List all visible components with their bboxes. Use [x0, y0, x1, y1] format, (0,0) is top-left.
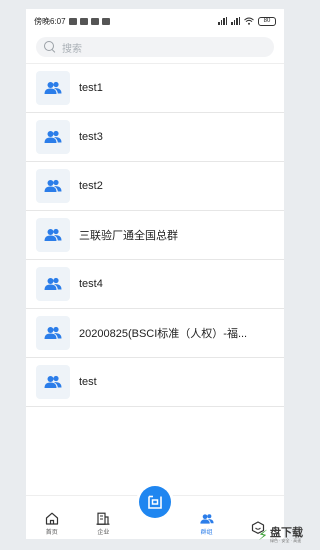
group-icon: [44, 375, 62, 388]
group-icon: [44, 326, 62, 339]
tab-center: [133, 486, 177, 536]
group-list-item[interactable]: test3: [26, 113, 284, 162]
group-name: test: [79, 376, 97, 388]
bottom-tab-bar: 首页 企业 群组: [26, 486, 284, 539]
search-bar: 搜索: [26, 33, 284, 63]
tab-home-label: 首页: [45, 530, 58, 536]
group-avatar: [36, 169, 70, 203]
notification-icon: [101, 17, 110, 25]
search-icon: [44, 41, 56, 53]
group-icon: [44, 228, 62, 241]
group-list-item[interactable]: test: [26, 358, 284, 407]
group-icon: [44, 130, 62, 143]
status-left: 傍晚6:07: [34, 16, 110, 27]
status-right: 80: [218, 16, 276, 26]
group-avatar: [36, 120, 70, 154]
phone-screen: 傍晚6:07 80 搜索 test1 test3 test2 三联验厂通全国总群…: [26, 9, 284, 539]
group-avatar: [36, 267, 70, 301]
group-avatar: [36, 365, 70, 399]
group-icon: [44, 277, 62, 290]
tab-groups[interactable]: 群组: [185, 513, 229, 536]
group-icon: [199, 514, 214, 524]
battery-icon: 80: [258, 16, 276, 26]
group-name: test3: [79, 131, 103, 143]
tab-enterprise-label: 企业: [97, 530, 110, 536]
search-placeholder: 搜索: [62, 43, 82, 55]
signal-icon: [218, 17, 227, 25]
notification-icon: [79, 17, 88, 25]
group-name: 20200825(BSCI标准（人权）-福...: [79, 328, 248, 340]
signal-icon: [231, 17, 240, 25]
group-icon: [44, 179, 62, 192]
group-name: 三联验厂通全国总群: [79, 230, 178, 242]
group-list: test1 test3 test2 三联验厂通全国总群 test4 202008…: [26, 63, 284, 407]
group-name: test1: [79, 82, 103, 94]
search-input[interactable]: 搜索: [36, 37, 274, 57]
status-bar: 傍晚6:07 80: [26, 9, 284, 33]
watermark-icon: ⚡: [258, 527, 268, 543]
group-name: test4: [79, 278, 103, 290]
building-icon: [96, 512, 110, 525]
group-avatar: [36, 218, 70, 252]
tab-groups-label: 群组: [200, 530, 213, 536]
notification-icon: [90, 17, 99, 25]
watermark-subtitle: 绿色 · 安全 · 高速: [270, 538, 302, 543]
wifi-icon: [244, 17, 254, 25]
center-action-button[interactable]: [138, 486, 171, 518]
watermark-text: 盘下载 绿色 · 安全 · 高速: [270, 528, 303, 543]
group-avatar: [36, 71, 70, 105]
status-time: 傍晚6:07: [34, 16, 66, 26]
question-icon: [148, 495, 162, 509]
tab-home[interactable]: 首页: [30, 512, 74, 536]
home-icon: [45, 512, 58, 525]
group-list-item[interactable]: 三联验厂通全国总群: [26, 211, 284, 260]
group-icon: [44, 81, 62, 94]
group-name: test2: [79, 180, 103, 192]
tab-enterprise[interactable]: 企业: [81, 512, 125, 536]
group-list-item[interactable]: test1: [26, 64, 284, 113]
group-list-item[interactable]: test2: [26, 162, 284, 211]
group-avatar: [36, 316, 70, 350]
group-list-item[interactable]: test4: [26, 260, 284, 309]
notification-icon: [68, 17, 77, 25]
group-list-item[interactable]: 20200825(BSCI标准（人权）-福...: [26, 309, 284, 358]
watermark-logo: ⚡ 盘下载 绿色 · 安全 · 高速: [258, 527, 303, 544]
